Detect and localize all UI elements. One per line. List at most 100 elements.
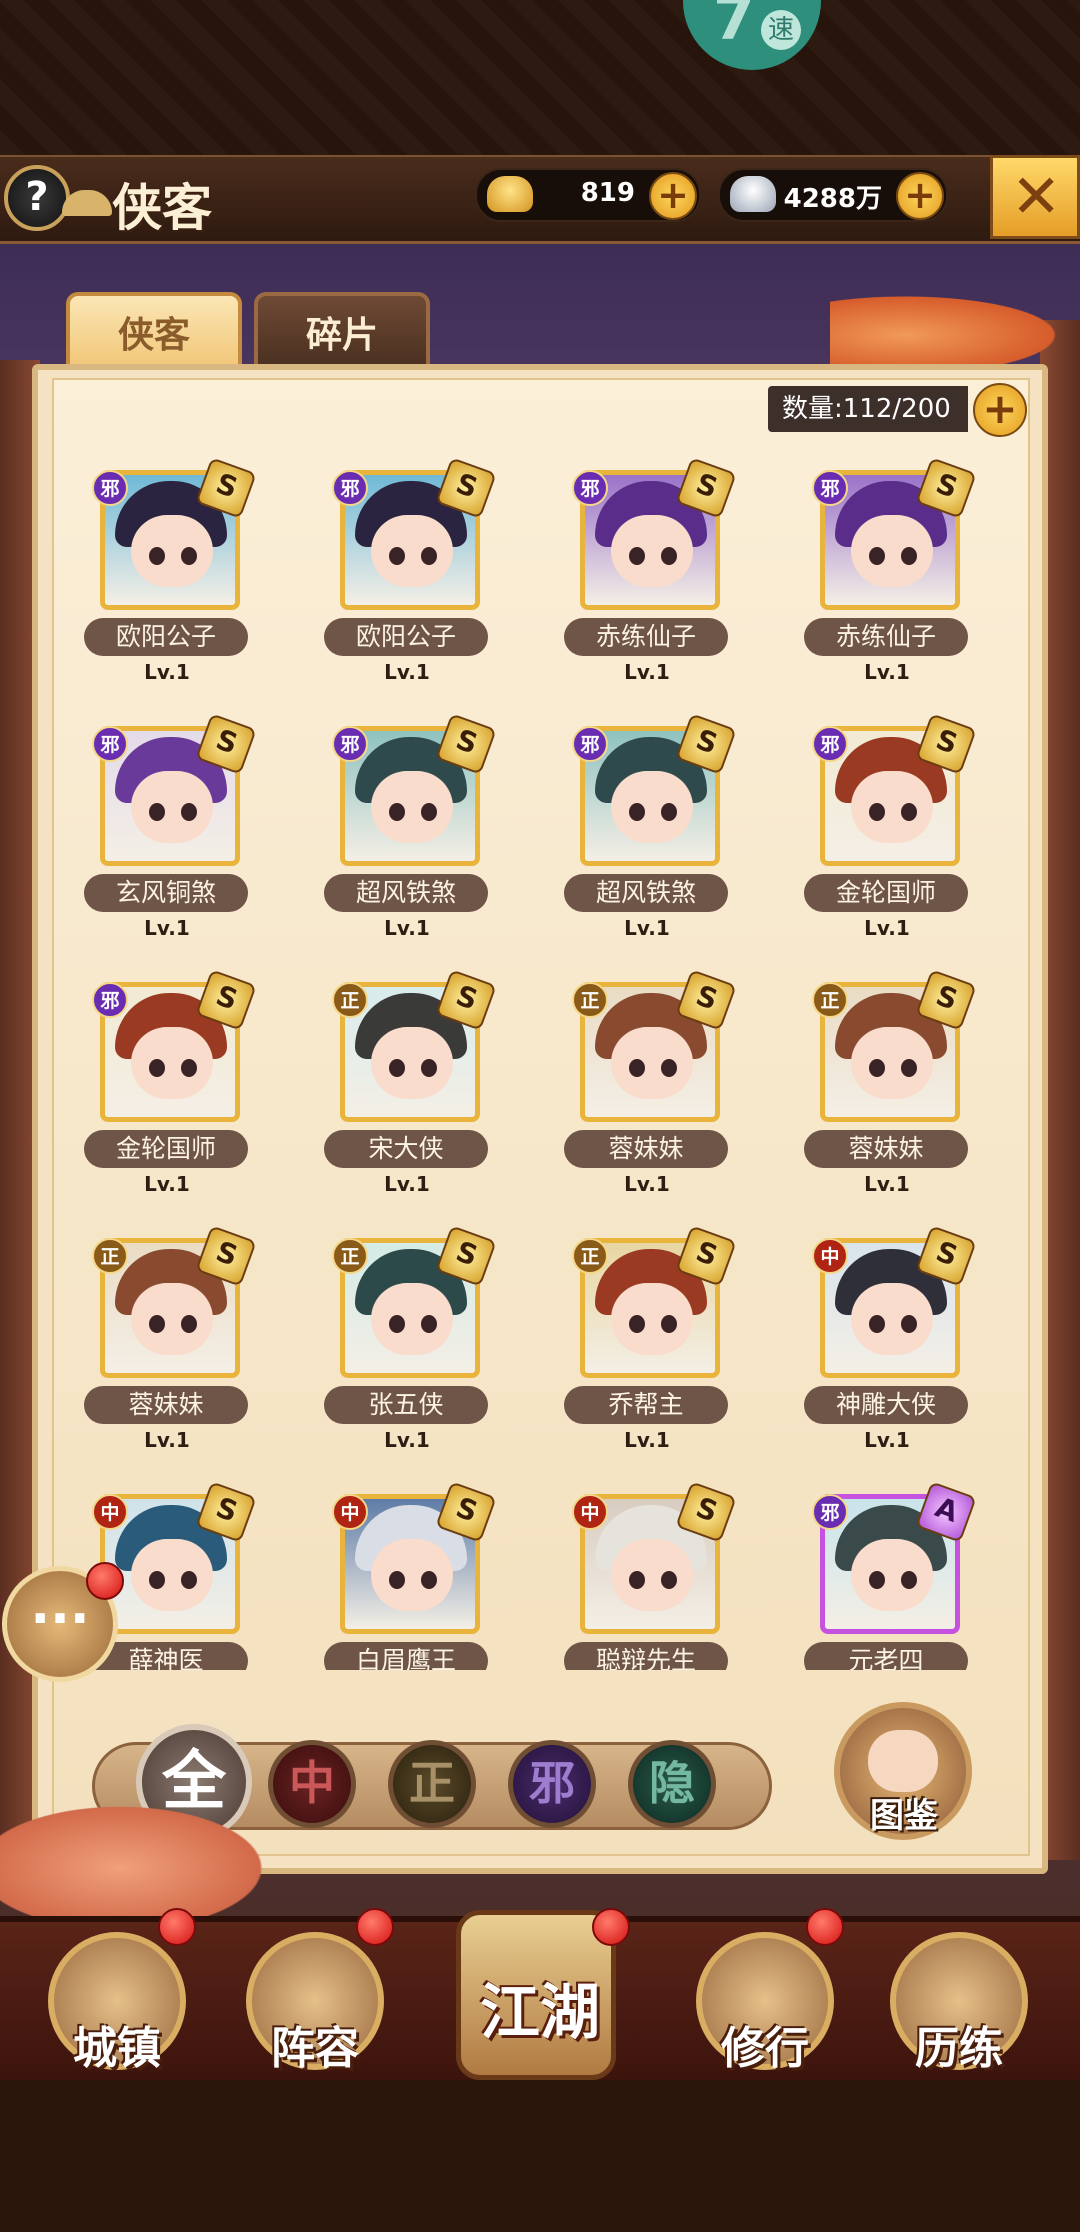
- faction-badge: 邪: [92, 470, 128, 506]
- faction-badge: 正: [332, 1238, 368, 1274]
- hero-face: [371, 771, 453, 843]
- hero-eye: [389, 1315, 405, 1333]
- hero-level: Lv.1: [384, 1172, 430, 1196]
- faction-badge: 邪: [332, 726, 368, 762]
- hero-name: 蓉妹妹: [804, 1130, 968, 1168]
- hero-card[interactable]: 邪 S 玄风铜煞 Lv.1: [84, 713, 257, 940]
- hero-card[interactable]: 邪 S 超风铁煞 Lv.1: [324, 713, 497, 940]
- hero-count: 数量:112/200: [768, 386, 968, 432]
- hero-card[interactable]: 中S聪辩先生Lv.1: [564, 1481, 737, 1670]
- hero-eye: [869, 1315, 885, 1333]
- hero-eye: [629, 1571, 645, 1589]
- hero-list-scroll[interactable]: 邪 S 欧阳公子 Lv.1 邪 S 欧阳公子 Lv.1 邪 S 赤练仙子 Lv.1 邪 S 赤练仙子 Lv.1…: [52, 448, 1030, 1670]
- faction-badge: 邪: [92, 982, 128, 1018]
- gold-amount: 819: [580, 178, 635, 208]
- hero-eye: [389, 803, 405, 821]
- faction-badge: 中: [812, 1238, 848, 1274]
- hero-card[interactable]: 中 S 神雕大侠 Lv.1: [804, 1225, 977, 1452]
- hero-face: [851, 515, 933, 587]
- hero-card[interactable]: 邪 S 金轮国师 Lv.1: [804, 713, 977, 940]
- hero-card[interactable]: 正 S 蓉妹妹 Lv.1: [564, 969, 737, 1196]
- hero-eye: [181, 1059, 197, 1077]
- hero-level: Lv.1: [624, 916, 670, 940]
- add-silver-button[interactable]: +: [896, 172, 944, 220]
- hero-eye: [421, 1059, 437, 1077]
- hero-eye: [901, 803, 917, 821]
- faction-badge: 邪: [332, 470, 368, 506]
- hero-card[interactable]: 邪 S 赤练仙子 Lv.1: [564, 457, 737, 684]
- hero-face: [371, 1283, 453, 1355]
- hero-name: 赤练仙子: [804, 618, 968, 656]
- hero-eye: [149, 1315, 165, 1333]
- faction-badge: 中: [572, 1494, 608, 1530]
- nav-cultivate-label: 修行: [721, 2023, 809, 2074]
- hero-eye: [661, 1571, 677, 1589]
- filter-righteous-button[interactable]: 正: [388, 1740, 476, 1828]
- silver-amount: 4288万: [783, 184, 882, 214]
- hero-level: Lv.1: [144, 1428, 190, 1452]
- nav-training-label: 历练: [915, 2023, 1003, 2074]
- tab-heroes[interactable]: 侠客: [66, 292, 242, 372]
- hero-card[interactable]: 邪 S 金轮国师 Lv.1: [84, 969, 257, 1196]
- hero-name: 元老四: [804, 1642, 968, 1670]
- hero-name: 金轮国师: [84, 1130, 248, 1168]
- hero-face: [851, 1539, 933, 1611]
- hero-name: 乔帮主: [564, 1386, 728, 1424]
- hero-eye: [389, 1571, 405, 1589]
- hero-face: [131, 515, 213, 587]
- faction-badge: 中: [92, 1494, 128, 1530]
- hero-face: [371, 1027, 453, 1099]
- hero-eye: [661, 803, 677, 821]
- hero-level: Lv.1: [624, 660, 670, 684]
- filter-hidden-button[interactable]: 隐: [628, 1740, 716, 1828]
- hero-card[interactable]: 正 S 乔帮主 Lv.1: [564, 1225, 737, 1452]
- chat-notification-dot: [86, 1562, 124, 1600]
- nav-lineup-badge: [356, 1908, 394, 1946]
- hero-eye: [629, 1059, 645, 1077]
- hero-face: [131, 771, 213, 843]
- hero-eye: [149, 1571, 165, 1589]
- faction-badge: 正: [572, 982, 608, 1018]
- hero-card[interactable]: 邪 S 欧阳公子 Lv.1: [84, 457, 257, 684]
- hero-card[interactable]: 正 S 宋大侠 Lv.1: [324, 969, 497, 1196]
- silver-ingot-icon: [730, 176, 776, 212]
- hero-name: 欧阳公子: [84, 618, 248, 656]
- hero-card[interactable]: 正 S 蓉妹妹 Lv.1: [84, 1225, 257, 1452]
- hero-face: [131, 1027, 213, 1099]
- expand-capacity-button[interactable]: +: [973, 383, 1027, 437]
- hero-level: Lv.1: [384, 916, 430, 940]
- hero-level: Lv.1: [144, 660, 190, 684]
- hero-card[interactable]: 邪 S 赤练仙子 Lv.1: [804, 457, 977, 684]
- hero-eye: [901, 1059, 917, 1077]
- top-background: [0, 0, 1080, 155]
- hero-card[interactable]: 邪A元老四Lv.1: [804, 1481, 977, 1670]
- hero-name: 张五侠: [324, 1386, 488, 1424]
- add-gold-button[interactable]: +: [649, 172, 697, 220]
- bottom-floor: [0, 2080, 1080, 2232]
- tab-fragments[interactable]: 碎片: [254, 292, 430, 372]
- hero-eye: [629, 547, 645, 565]
- hero-card[interactable]: 邪 S 超风铁煞 Lv.1: [564, 713, 737, 940]
- hero-name: 神雕大侠: [804, 1386, 968, 1424]
- hero-face: [131, 1539, 213, 1611]
- hero-card[interactable]: 邪 S 欧阳公子 Lv.1: [324, 457, 497, 684]
- hero-name: 赤练仙子: [564, 618, 728, 656]
- hero-name: 金轮国师: [804, 874, 968, 912]
- faction-badge: 邪: [572, 470, 608, 506]
- hero-card[interactable]: 正 S 张五侠 Lv.1: [324, 1225, 497, 1452]
- faction-badge: 正: [332, 982, 368, 1018]
- hero-face: [371, 1539, 453, 1611]
- nav-lineup-label: 阵容: [271, 2023, 359, 2074]
- hero-eye: [149, 547, 165, 565]
- close-button[interactable]: ✕: [990, 155, 1080, 239]
- hero-level: Lv.1: [864, 660, 910, 684]
- hero-name: 超风铁煞: [324, 874, 488, 912]
- hero-eye: [421, 547, 437, 565]
- hero-level: Lv.1: [144, 916, 190, 940]
- help-button[interactable]: ?: [4, 165, 70, 231]
- hero-level: Lv.1: [144, 1172, 190, 1196]
- hero-name: 蓉妹妹: [84, 1386, 248, 1424]
- hero-card[interactable]: 中S白眉鹰王Lv.1: [324, 1481, 497, 1670]
- filter-evil-button[interactable]: 邪: [508, 1740, 596, 1828]
- hero-card[interactable]: 正 S 蓉妹妹 Lv.1: [804, 969, 977, 1196]
